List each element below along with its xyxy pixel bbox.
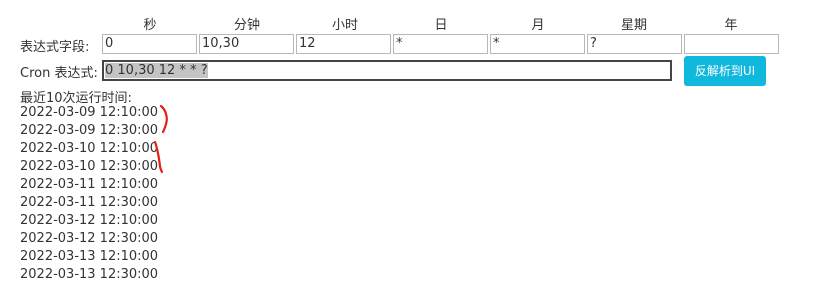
run-time-item: 2022-03-12 12:30:00 bbox=[20, 231, 159, 246]
parse-to-ui-button[interactable]: 反解析到UI bbox=[684, 56, 766, 86]
weekday-field[interactable]: ? bbox=[587, 34, 682, 54]
header-minute: 分钟 bbox=[233, 18, 260, 33]
minute-field[interactable]: 10,30 bbox=[199, 34, 294, 54]
run-time-item: 2022-03-13 12:10:00 bbox=[20, 249, 159, 264]
header-weekday: 星期 bbox=[620, 18, 647, 33]
second-field[interactable]: 0 bbox=[102, 34, 197, 54]
run-time-item: 2022-03-09 12:10:00 bbox=[20, 105, 159, 120]
header-day: 日 bbox=[434, 18, 448, 33]
run-time-item: 2022-03-12 12:10:00 bbox=[20, 213, 159, 228]
run-time-item: 2022-03-11 12:30:00 bbox=[20, 195, 159, 210]
header-second: 秒 bbox=[143, 18, 157, 33]
run-time-item: 2022-03-10 12:30:00 bbox=[20, 159, 159, 174]
hour-field[interactable]: 12 bbox=[296, 34, 391, 54]
cron-expression-input[interactable]: 0 10,30 12 * * ? bbox=[102, 60, 672, 81]
cron-label: Cron 表达式: bbox=[20, 66, 98, 81]
fields-label: 表达式字段: bbox=[20, 40, 90, 55]
header-year: 年 bbox=[724, 18, 738, 33]
annotation-mark bbox=[159, 104, 168, 134]
run-time-item: 2022-03-11 12:10:00 bbox=[20, 177, 159, 192]
run-time-item: 2022-03-09 12:30:00 bbox=[20, 123, 159, 138]
header-hour: 小时 bbox=[331, 18, 358, 33]
run-times-list: 2022-03-09 12:10:00 2022-03-09 12:30:00 … bbox=[20, 104, 158, 284]
cron-expression-value: 0 10,30 12 * * ? bbox=[105, 63, 208, 78]
month-field[interactable]: * bbox=[490, 34, 585, 54]
header-month: 月 bbox=[531, 18, 545, 33]
annotation-mark bbox=[153, 140, 164, 174]
day-field[interactable]: * bbox=[393, 34, 488, 54]
run-time-item: 2022-03-13 12:30:00 bbox=[20, 267, 159, 282]
year-field[interactable] bbox=[684, 34, 779, 54]
run-time-item: 2022-03-10 12:10:00 bbox=[20, 141, 159, 156]
